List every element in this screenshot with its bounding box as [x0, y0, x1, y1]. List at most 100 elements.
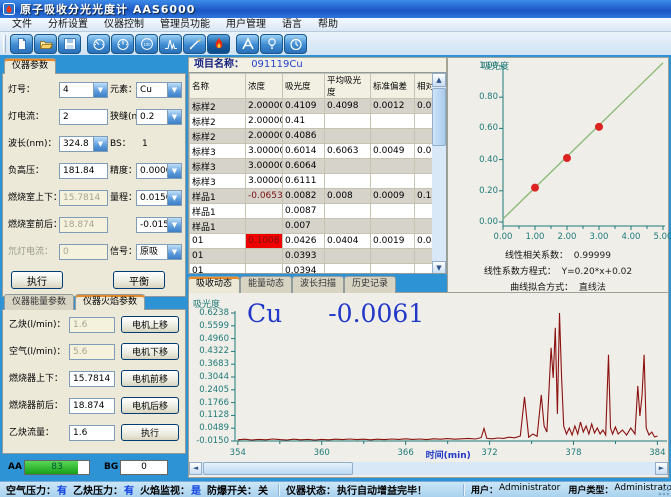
acetylene-flow-label: 乙炔流量： [9, 425, 71, 441]
table-row[interactable]: 010.10080.04260.04040.00190.0464 [190, 234, 448, 249]
menu-item-0[interactable]: 文件 [4, 18, 40, 31]
toolbar-peak-scan-button[interactable] [159, 34, 182, 54]
cell-name: 样品1 [190, 204, 246, 219]
tab-dynamic-2[interactable]: 波长扫描 [292, 276, 344, 293]
chevron-down-icon[interactable]: ▼ [167, 83, 181, 97]
scroll-left-icon[interactable]: ◄ [189, 462, 202, 475]
chevron-down-icon[interactable]: ▼ [167, 245, 181, 259]
toolbar-autosampler-a-button[interactable] [236, 34, 259, 54]
tab-dynamic-0[interactable]: 吸收动态 [188, 276, 240, 293]
cell-abs: 0.0087 [283, 204, 325, 219]
project-name-strip: 项目名称： 091119Cu [188, 57, 447, 72]
menu-item-6[interactable]: 帮助 [310, 18, 346, 31]
tab-instrument-params[interactable]: 仪器参数 [4, 58, 56, 74]
toolbar-gauge-energy-button[interactable] [87, 34, 110, 54]
toolbar-save-button[interactable] [58, 34, 81, 54]
chevron-down-icon[interactable]: ▼ [167, 191, 181, 205]
chevron-down-icon[interactable]: ▼ [93, 83, 107, 97]
chevron-down-icon[interactable]: ▼ [167, 218, 181, 232]
acetylene-label: 乙炔(l/min)： [9, 317, 71, 333]
toolbar-gauge-100-button[interactable]: 100 [135, 34, 158, 54]
menu-item-4[interactable]: 用户管理 [218, 18, 274, 31]
calibration-chart-panel: 吸光度 1.000.800.600.400.200.00 0.001.002.0… [447, 57, 669, 293]
spectrum-scrollbar[interactable]: ◄ ► [189, 462, 668, 475]
burner-ud-input[interactable]: 15.7814 [69, 371, 115, 387]
burner-fb-input[interactable]: 18.874 [69, 398, 115, 414]
lamp-no-select[interactable]: 4▼ [59, 82, 108, 98]
acetylene-motor-button[interactable]: 电机上移 [121, 316, 179, 333]
flame-params-panel: 乙炔(l/min)：1.6电机上移空气(l/min)：5.6电机下移燃烧器上下：… [2, 309, 186, 454]
table-row[interactable]: 标样33.000000.60140.60630.00490.0081 [190, 144, 448, 159]
toolbar-brush-calibrate-button[interactable] [183, 34, 206, 54]
cell-std [371, 249, 415, 264]
table-row[interactable]: 010.0394 [190, 264, 448, 275]
table-row[interactable]: 标样33.000000.6064 [190, 159, 448, 174]
table-row[interactable]: 标样22.000000.41 [190, 114, 448, 129]
toolbar-lamp-button[interactable] [260, 34, 283, 54]
menu-item-1[interactable]: 分析设置 [40, 18, 96, 31]
interlock-status-0: 空气压力：有 [6, 482, 67, 497]
cell-avg [325, 204, 371, 219]
toolbar-grip[interactable] [3, 35, 6, 53]
scroll-down-icon[interactable]: ▼ [432, 261, 446, 274]
burner-ud-motor-button[interactable]: 电机前移 [121, 370, 179, 387]
chevron-down-icon[interactable]: ▼ [167, 164, 181, 178]
element-select[interactable]: Cu▼ [136, 82, 182, 98]
burner-fb-motor-button[interactable]: 电机后移 [121, 397, 179, 414]
chevron-down-icon[interactable]: ▼ [167, 110, 181, 124]
cell-std [371, 219, 415, 234]
table-row[interactable]: 标样22.000000.4086 [190, 129, 448, 144]
brush-calibrate-icon [188, 37, 202, 51]
scroll-up-icon[interactable]: ▲ [432, 73, 446, 87]
interlock-status-group: 空气压力：有乙炔压力：有火焰监视：是防爆开关：关 [0, 482, 268, 497]
table-row[interactable]: 样品1-0.06530.00820.0080.00090.1097 [190, 189, 448, 204]
lamp-current-input[interactable]: 2 [59, 109, 108, 125]
slit-select[interactable]: 0.2▼ [136, 109, 182, 125]
balance-button[interactable]: 平衡 [113, 271, 165, 289]
neg-hv-input[interactable]: 181.84 [59, 163, 108, 179]
acetylene-input: 1.6 [69, 317, 115, 333]
table-row[interactable]: 标样22.000000.41090.40980.00120.0029 [190, 99, 448, 114]
scroll-right-icon[interactable]: ► [655, 462, 668, 475]
toolbar-open-folder-button[interactable] [34, 34, 57, 54]
cal-x-tick: 5.00 [650, 232, 671, 242]
range-lo-select[interactable]: -0.0150▼ [136, 217, 182, 233]
menu-item-5[interactable]: 语言 [274, 18, 310, 31]
wavelength-select[interactable]: 324.8▼ [59, 136, 108, 152]
toolbar-timer-button[interactable] [284, 34, 307, 54]
acetylene-flow-input[interactable]: 1.6 [69, 425, 115, 441]
toolbar-gauge-balance-button[interactable] [111, 34, 134, 54]
table-scrollbar[interactable]: ▲ ▼ [432, 73, 446, 274]
chevron-down-icon[interactable]: ▼ [93, 137, 107, 151]
signal-select[interactable]: 原吸▼ [136, 244, 182, 260]
resize-grip[interactable] [658, 484, 670, 496]
title-bar[interactable]: 原子吸收分光光度计 AAS6000 [0, 0, 671, 18]
toolbar-flame-button[interactable] [207, 34, 230, 54]
table-row[interactable]: 010.0393 [190, 249, 448, 264]
table-row[interactable]: 样品10.007 [190, 219, 448, 234]
tab-energy-params[interactable]: 仪器能量参数 [4, 294, 74, 310]
cell-name: 01 [190, 264, 246, 275]
air-motor-button[interactable]: 电机下移 [121, 343, 179, 360]
spectrum-scrollbar-thumb[interactable] [203, 462, 353, 475]
execute-button[interactable]: 执行 [11, 271, 63, 289]
toolbar-new-file-button[interactable] [10, 34, 33, 54]
table-row[interactable]: 标样33.000000.6111 [190, 174, 448, 189]
spec-x-tick: 366 [394, 448, 418, 458]
interlock-status-2: 火焰监视：是 [140, 482, 201, 497]
precision-select[interactable]: 0.0000▼ [136, 163, 182, 179]
tab-dynamic-3[interactable]: 历史记录 [344, 276, 396, 293]
tab-dynamic-1[interactable]: 能量动态 [240, 276, 292, 293]
tab-flame-params[interactable]: 仪器火焰参数 [75, 294, 145, 310]
peak-scan-icon [164, 37, 178, 51]
acetylene-flow-motor-button[interactable]: 执行 [121, 424, 179, 441]
table-scrollbar-thumb[interactable] [432, 88, 446, 146]
table-row[interactable]: 样品1 0.0087 [190, 204, 448, 219]
save-icon [63, 37, 77, 51]
menu-item-3[interactable]: 管理员功能 [152, 18, 218, 31]
status-divider [463, 484, 465, 496]
app-window: 原子吸收分光光度计 AAS6000 文件分析设置仪器控制管理员功能用户管理语言帮… [0, 0, 671, 497]
menu-item-2[interactable]: 仪器控制 [96, 18, 152, 31]
open-folder-icon [39, 37, 53, 51]
range-hi-select[interactable]: 0.0150▼ [136, 190, 182, 206]
